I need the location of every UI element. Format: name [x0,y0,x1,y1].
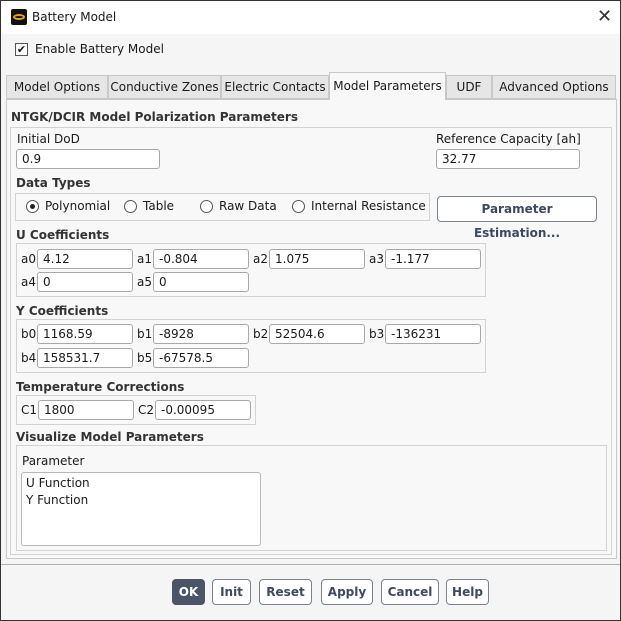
radio-raw-data-label: Raw Data [219,199,277,213]
tab-udf[interactable]: UDF [446,75,492,99]
temperature-corrections-title: Temperature Corrections [16,380,185,394]
y-coef-input[interactable]: 52504.6 [269,324,365,344]
footer-divider [1,564,620,565]
data-types-title: Data Types [16,176,91,190]
ok-button[interactable]: OK [172,579,205,605]
radio-table-label: Table [143,199,175,213]
y-coefficients-title: Y Coefficients [16,304,109,318]
list-item[interactable]: Y Function [26,493,88,507]
u-coef-input[interactable]: -1.177 [385,249,481,269]
c2-label: C2 [138,403,155,417]
y-coef-label: b0 [21,327,37,341]
help-button[interactable]: Help [446,579,489,605]
y-coef-input[interactable]: 1168.59 [37,324,133,344]
close-icon[interactable]: ✕ [597,6,612,27]
u-coef-input[interactable]: 0 [37,272,133,292]
tab-electric-contacts[interactable]: Electric Contacts [221,75,329,99]
c2-input[interactable]: -0.00095 [155,400,251,420]
parameter-estimation-button[interactable]: Parameter Estimation... [437,196,597,240]
u-coef-label: a4 [21,275,36,289]
apply-button[interactable]: Apply [321,579,373,605]
visualize-title: Visualize Model Parameters [16,430,204,444]
u-coefficients-title: U Coefficients [16,228,110,242]
y-coef-label: b2 [253,327,269,341]
initial-dod-label: Initial DoD [17,132,80,146]
u-coef-label: a5 [137,275,152,289]
y-coef-label: b4 [21,351,37,365]
u-coef-label: a2 [253,252,268,266]
enable-battery-checkbox[interactable]: ✔ [15,43,28,56]
y-coef-input[interactable]: -8928 [153,324,249,344]
init-button[interactable]: Init [212,579,251,605]
reset-button[interactable]: Reset [259,579,312,605]
u-coef-label: a3 [369,252,384,266]
u-coef-input[interactable]: 4.12 [37,249,133,269]
y-coef-input[interactable]: -136231 [385,324,481,344]
radio-internal-resistance-label: Internal Resistance [311,199,426,213]
tab-model-options[interactable]: Model Options [6,75,108,99]
app-logo-icon [11,9,27,25]
u-coef-input[interactable]: 1.075 [269,249,365,269]
tab-advanced-options[interactable]: Advanced Options [492,75,616,99]
radio-polynomial[interactable] [26,200,39,213]
list-item[interactable]: U Function [26,476,90,490]
tab-model-parameters[interactable]: Model Parameters [329,72,446,100]
tab-conductive-zones[interactable]: Conductive Zones [108,75,221,99]
initial-dod-input[interactable]: 0.9 [16,149,160,169]
ref-capacity-label: Reference Capacity [ah] [436,132,581,146]
title-bar: Battery Model ✕ [1,1,620,34]
y-coef-input[interactable]: -67578.5 [153,348,249,368]
radio-internal-resistance[interactable] [292,200,305,213]
window-title: Battery Model [32,10,117,24]
y-coef-label: b5 [137,351,153,365]
parameter-list[interactable]: U Function Y Function [21,472,261,546]
ref-capacity-input[interactable]: 32.77 [436,149,580,169]
y-coef-label: b1 [137,327,153,341]
parameter-label: Parameter [22,454,85,468]
u-coef-label: a1 [137,252,152,266]
section-title: NTGK/DCIR Model Polarization Parameters [11,110,298,124]
u-coef-label: a0 [21,252,36,266]
u-coef-input[interactable]: -0.804 [153,249,249,269]
c1-input[interactable]: 1800 [38,400,134,420]
y-coef-input[interactable]: 158531.7 [37,348,133,368]
radio-polynomial-label: Polynomial [45,199,111,213]
c1-label: C1 [21,403,38,417]
enable-battery-label: Enable Battery Model [35,42,164,56]
y-coef-label: b3 [369,327,385,341]
radio-table[interactable] [124,200,137,213]
radio-raw-data[interactable] [200,200,213,213]
cancel-button[interactable]: Cancel [381,579,439,605]
u-coef-input[interactable]: 0 [153,272,249,292]
